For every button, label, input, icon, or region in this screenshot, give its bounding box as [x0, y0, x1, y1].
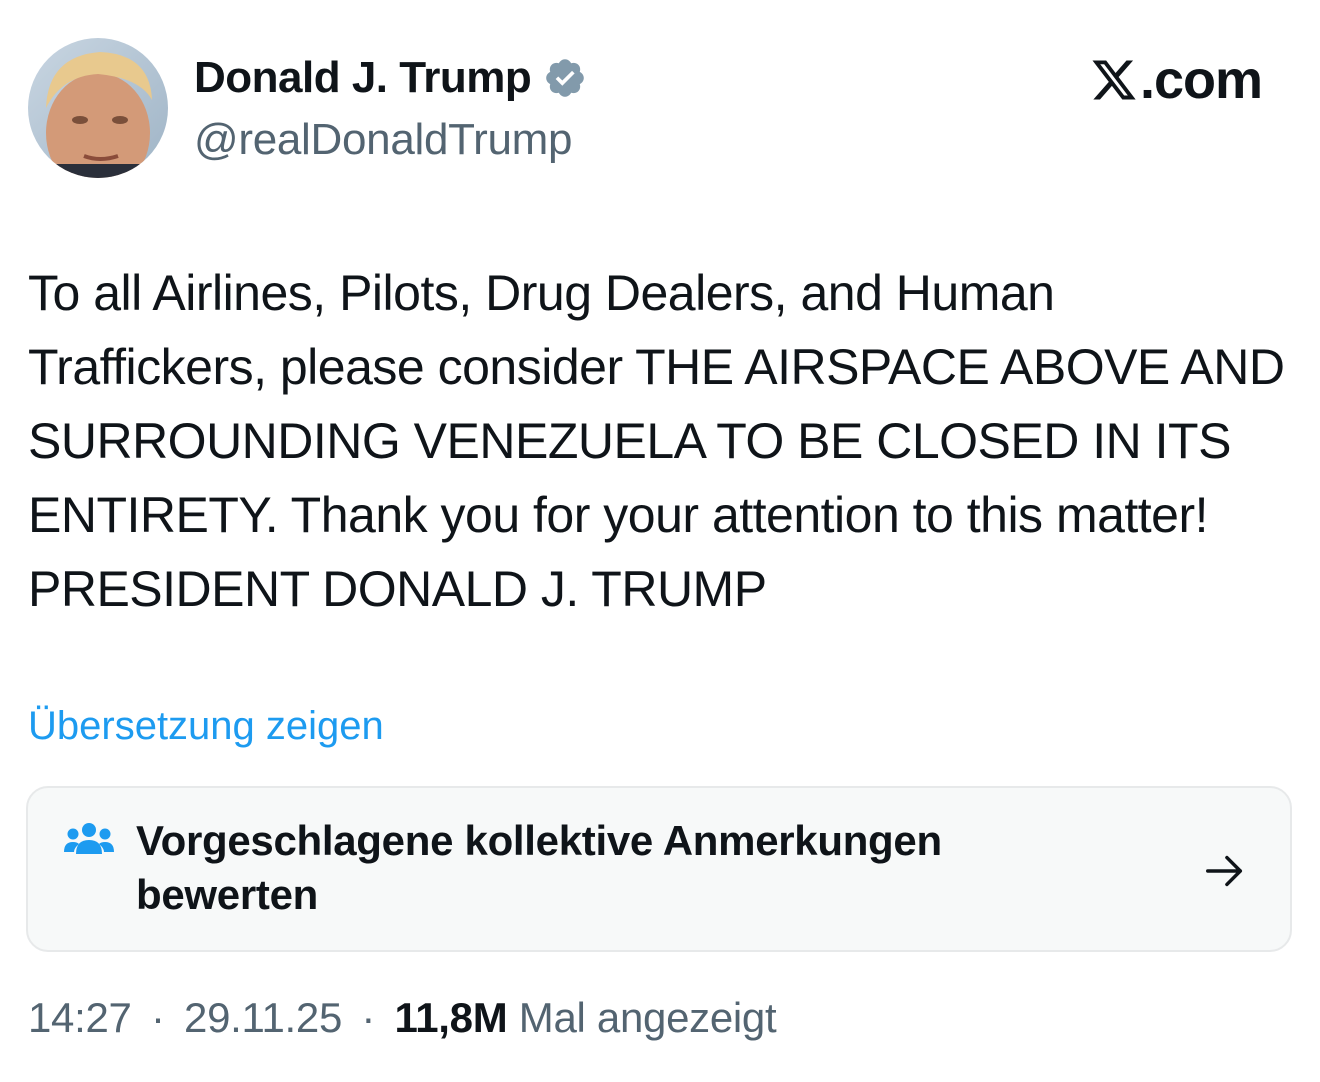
author-name[interactable]: Donald J. Trump — [194, 50, 532, 106]
post-time[interactable]: 14:27 — [28, 994, 132, 1041]
tweet-text: To all Airlines, Pilots, Drug Dealers, a… — [28, 265, 1285, 617]
avatar[interactable] — [28, 38, 168, 178]
show-translation-link[interactable]: Übersetzung zeigen — [28, 700, 384, 752]
meta-separator: · — [150, 994, 165, 1041]
meta-separator: · — [361, 994, 376, 1041]
community-notes-card[interactable]: Vorgeschlagene kollektive Anmerkungen be… — [26, 786, 1292, 952]
views-count: 11,8M — [394, 994, 508, 1041]
tweet-meta: 14:27 · 29.11.25 · 11,8M Mal angezeigt — [28, 990, 777, 1046]
brand-watermark: .com — [1090, 48, 1263, 112]
verified-badge-icon — [546, 59, 584, 97]
brand-label: .com — [1139, 50, 1263, 110]
views-label: Mal angezeigt — [518, 994, 777, 1041]
post-date[interactable]: 29.11.25 — [184, 994, 342, 1041]
avatar-image — [28, 38, 168, 178]
community-notes-label: Vorgeschlagene kollektive Anmerkungen be… — [136, 817, 942, 918]
arrow-right-icon — [1206, 855, 1243, 887]
x-logo-icon — [1092, 60, 1136, 100]
author-name-row[interactable]: Donald J. Trump — [194, 50, 587, 106]
people-icon — [64, 823, 114, 854]
author-handle[interactable]: @realDonaldTrump — [194, 112, 572, 168]
